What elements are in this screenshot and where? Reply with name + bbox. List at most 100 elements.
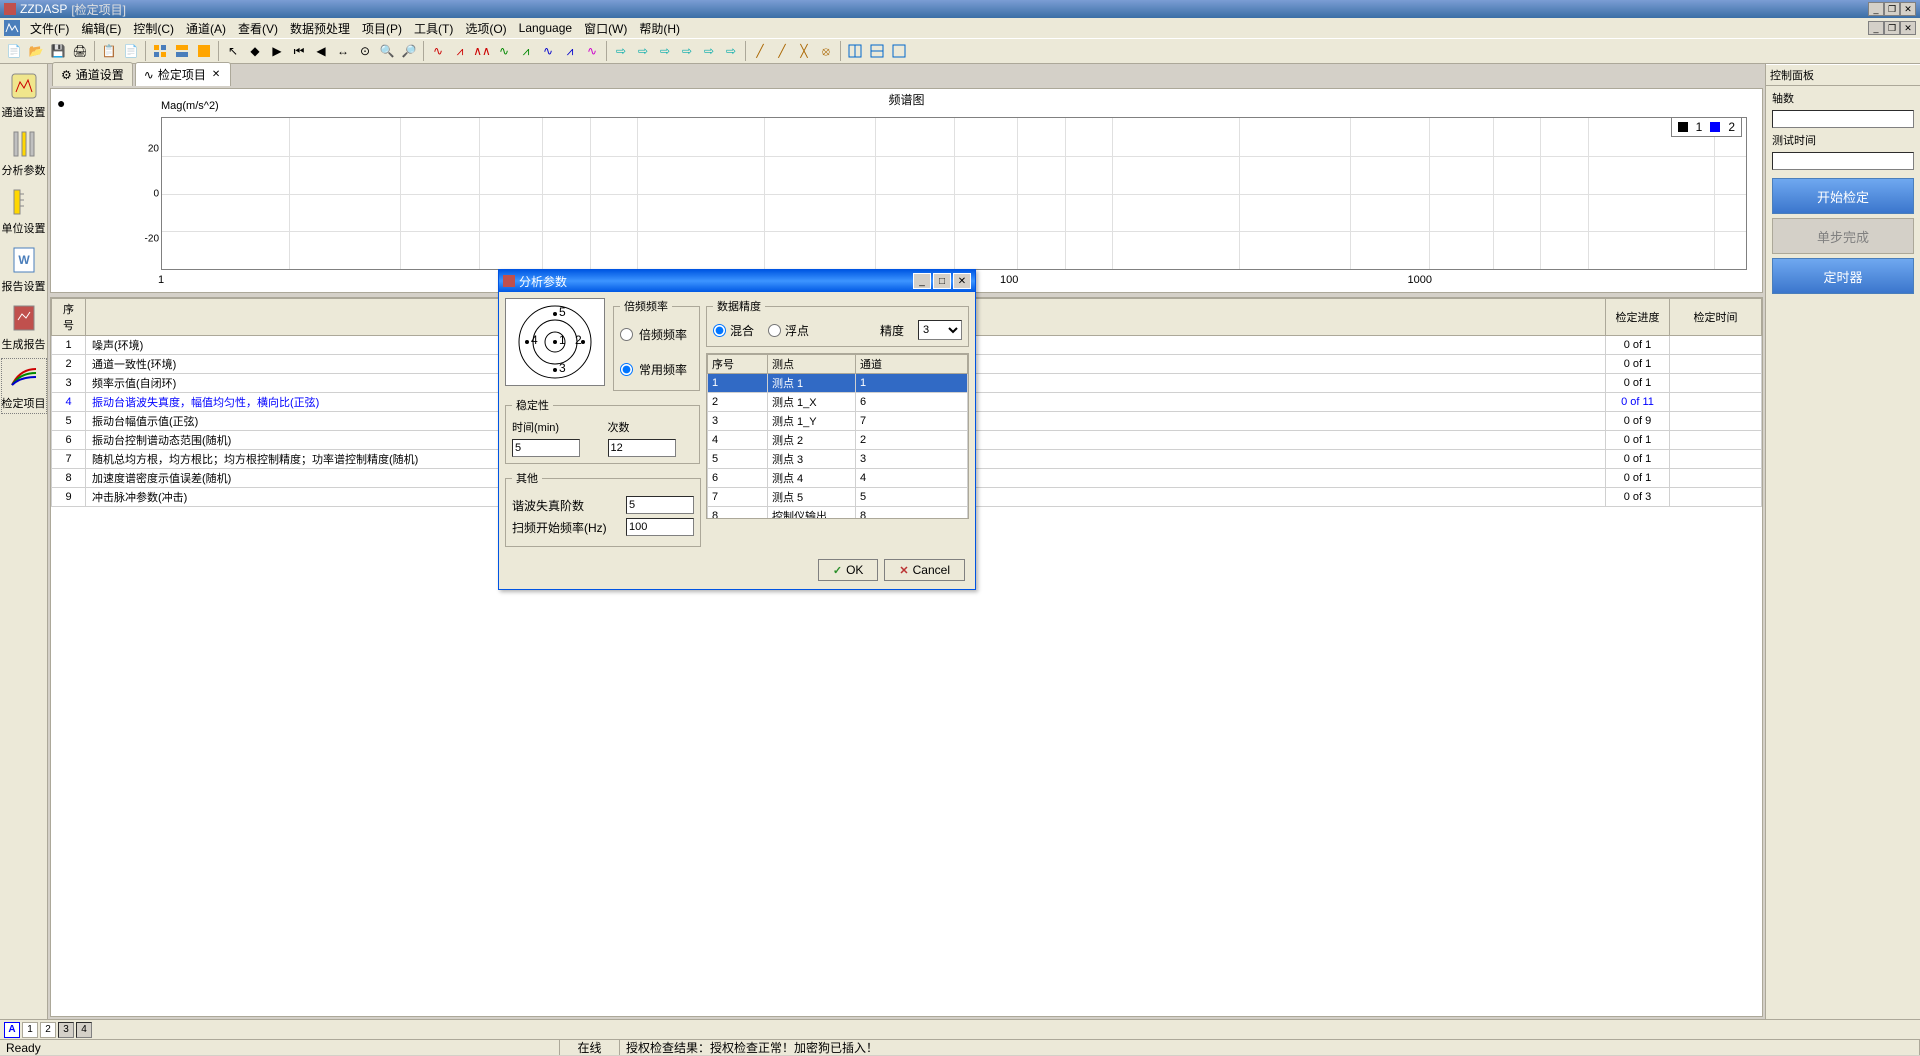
radio-octave[interactable]	[620, 328, 633, 341]
tbtn-layout1[interactable]	[150, 41, 170, 61]
radio-fixed[interactable]	[620, 363, 633, 376]
sidebar-channel-settings[interactable]: 通道设置	[1, 68, 47, 122]
tbtn-wave6[interactable]: ∿	[538, 41, 558, 61]
tbtn-wave4[interactable]: ∿	[494, 41, 514, 61]
channel-row[interactable]: 2测点 1_X6	[708, 393, 968, 412]
radio-float[interactable]	[768, 324, 781, 337]
spectrum-chart[interactable]: ● 频谱图 Mag(m/s^2) 1 2 20 0 -20 1 10 100 1	[50, 88, 1763, 293]
timer-button[interactable]: 定时器	[1772, 258, 1914, 294]
tab-calibration-items[interactable]: ∿检定项目✕	[135, 62, 231, 86]
channel-row[interactable]: 4测点 22	[708, 431, 968, 450]
dialog-maximize[interactable]: □	[933, 273, 951, 289]
tbtn-grid2[interactable]	[867, 41, 887, 61]
menu-window[interactable]: 窗口(W)	[578, 18, 633, 39]
channel-row[interactable]: 6测点 44	[708, 469, 968, 488]
tbtn-grid1[interactable]	[845, 41, 865, 61]
cancel-button[interactable]: Cancel	[884, 559, 965, 581]
tbtn-arrow3[interactable]: ⇨	[655, 41, 675, 61]
tbtn-arrow1[interactable]: ⇨	[611, 41, 631, 61]
menu-channel[interactable]: 通道(A)	[180, 18, 232, 39]
tbtn-zoom[interactable]: 🔍	[377, 41, 397, 61]
tbtn-prev[interactable]: ◆	[245, 41, 265, 61]
btab-3[interactable]: 3	[58, 1022, 74, 1038]
tbtn-line4[interactable]: ⦻	[816, 41, 836, 61]
sweep-start-freq-input[interactable]	[626, 518, 694, 536]
menu-edit[interactable]: 编辑(E)	[75, 18, 127, 39]
tbtn-layout2[interactable]	[172, 41, 192, 61]
mdi-minimize-button[interactable]: _	[1868, 21, 1884, 35]
dialog-minimize[interactable]: _	[913, 273, 931, 289]
tbtn-print[interactable]: 🖨	[70, 41, 90, 61]
tbtn-line1[interactable]: ╱	[750, 41, 770, 61]
menu-project[interactable]: 项目(P)	[356, 18, 408, 39]
menu-control[interactable]: 控制(C)	[127, 18, 180, 39]
tbtn-line3[interactable]: ╳	[794, 41, 814, 61]
menu-file[interactable]: 文件(F)	[24, 18, 75, 39]
sidebar-unit-settings[interactable]: 单位设置	[1, 184, 47, 238]
tbtn-play[interactable]: ▶	[267, 41, 287, 61]
dialog-close[interactable]: ✕	[953, 273, 971, 289]
tbtn-arrow4[interactable]: ⇨	[677, 41, 697, 61]
channel-row[interactable]: 8控制仪输出8	[708, 507, 968, 520]
tbtn-wave5[interactable]: ⩘	[516, 41, 536, 61]
channel-row[interactable]: 5测点 33	[708, 450, 968, 469]
tbtn-wave1[interactable]: ∿	[428, 41, 448, 61]
minimize-button[interactable]: _	[1868, 2, 1884, 16]
channel-row[interactable]: 3测点 1_Y7	[708, 412, 968, 431]
step-complete-button[interactable]: 单步完成	[1772, 218, 1914, 254]
sidebar-report-settings[interactable]: W报告设置	[1, 242, 47, 296]
tbtn-arrow2[interactable]: ⇨	[633, 41, 653, 61]
dialog-titlebar[interactable]: 分析参数 _ □ ✕	[499, 270, 975, 292]
channel-row[interactable]: 7测点 55	[708, 488, 968, 507]
btab-1[interactable]: 1	[22, 1022, 38, 1038]
maximize-button[interactable]: ❐	[1884, 2, 1900, 16]
test-time-input[interactable]	[1772, 152, 1914, 170]
menu-view[interactable]: 查看(V)	[232, 18, 284, 39]
harmonic-order-input[interactable]	[626, 496, 694, 514]
chart-plot-area[interactable]	[161, 117, 1747, 270]
menu-options[interactable]: 选项(O)	[459, 18, 512, 39]
close-button[interactable]: ✕	[1900, 2, 1916, 16]
tbtn-save[interactable]: 💾	[48, 41, 68, 61]
btab-a[interactable]: A	[4, 1022, 20, 1038]
tbtn-wave2[interactable]: ⩘	[450, 41, 470, 61]
ok-button[interactable]: OK	[818, 559, 879, 581]
tbtn-wave8[interactable]: ∿	[582, 41, 602, 61]
menu-help[interactable]: 帮助(H)	[633, 18, 686, 39]
col-progress[interactable]: 检定进度	[1606, 299, 1670, 336]
radio-mixed[interactable]	[713, 324, 726, 337]
start-calibration-button[interactable]: 开始检定	[1772, 178, 1914, 214]
tbtn-open[interactable]: 📂	[26, 41, 46, 61]
tbtn-copy[interactable]: 📋	[99, 41, 119, 61]
precision-select[interactable]: 3	[918, 320, 962, 340]
tbtn-new[interactable]: 📄	[4, 41, 24, 61]
time-input[interactable]	[512, 439, 580, 457]
col-time[interactable]: 检定时间	[1670, 299, 1762, 336]
tbtn-line2[interactable]: ╱	[772, 41, 792, 61]
tab-channel-settings[interactable]: ⚙通道设置	[52, 62, 133, 86]
sidebar-analysis-params[interactable]: 分析参数	[1, 126, 47, 180]
channel-table-container[interactable]: 序号 测点 通道 1测点 112测点 1_X63测点 1_Y74测点 225测点…	[706, 353, 969, 519]
sidebar-calibration-items[interactable]: 检定项目	[1, 358, 47, 414]
tbtn-rec[interactable]: ◀	[311, 41, 331, 61]
tbtn-rewind[interactable]: ⏮	[289, 41, 309, 61]
menu-tools[interactable]: 工具(T)	[408, 18, 459, 39]
tbtn-arrow6[interactable]: ⇨	[721, 41, 741, 61]
mdi-close-button[interactable]: ✕	[1900, 21, 1916, 35]
tbtn-zoomout[interactable]: 🔎	[399, 41, 419, 61]
tbtn-cursor[interactable]: ↖	[223, 41, 243, 61]
tbtn-wave7[interactable]: ⩘	[560, 41, 580, 61]
sidebar-generate-report[interactable]: 生成报告	[1, 300, 47, 354]
channel-row[interactable]: 1测点 11	[708, 374, 968, 393]
tbtn-wave3[interactable]: ∧∧	[472, 41, 492, 61]
tbtn-target[interactable]: ⊙	[355, 41, 375, 61]
count-input[interactable]	[608, 439, 676, 457]
tbtn-arrow5[interactable]: ⇨	[699, 41, 719, 61]
menu-language[interactable]: Language	[513, 19, 578, 37]
tbtn-grid3[interactable]	[889, 41, 909, 61]
btab-2[interactable]: 2	[40, 1022, 56, 1038]
tbtn-stretch[interactable]: ↔	[333, 41, 353, 61]
btab-4[interactable]: 4	[76, 1022, 92, 1038]
close-icon[interactable]: ✕	[210, 69, 222, 80]
axis-count-input[interactable]	[1772, 110, 1914, 128]
